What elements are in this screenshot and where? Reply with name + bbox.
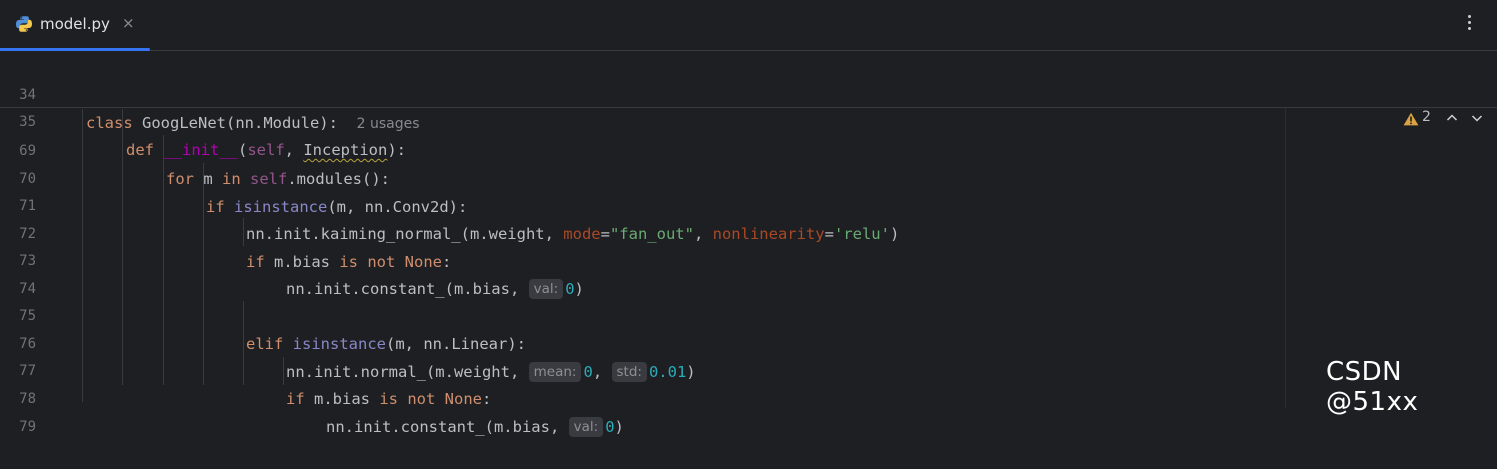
sticky-separator: [0, 107, 1497, 108]
line-number: 79: [19, 419, 36, 435]
code-line-72[interactable]: 72 if m.bias is not None:: [0, 192, 1497, 271]
code-line-74[interactable]: 74: [0, 247, 1497, 297]
tab-model-py[interactable]: model.py ×: [0, 0, 150, 51]
sticky-line-34[interactable]: 34 class GoogLeNet(nn.Module): 2 usages: [0, 53, 1497, 132]
code-editor[interactable]: 34 class GoogLeNet(nn.Module): 2 usages …: [0, 51, 1497, 437]
code-line-77[interactable]: 77 if m.bias is not None:: [0, 329, 1497, 408]
code-line-71[interactable]: 71 nn.init.kaiming_normal_(m.weight, mod…: [0, 164, 1497, 243]
code-line-79[interactable]: 79: [0, 385, 1497, 435]
parameter-hint: val:: [568, 417, 604, 437]
kebab-menu-icon[interactable]: [1462, 13, 1476, 35]
sticky-line-35[interactable]: 35 def __init__(self, Inception):: [0, 80, 1497, 159]
code-text: nn.init.constant_(m.bias, val: 0): [326, 417, 624, 437]
editor-tab-bar: model.py ×: [0, 0, 1497, 51]
code-line-76[interactable]: 76 nn.init.normal_(m.weight, mean: 0, std…: [0, 302, 1497, 382]
python-icon: [16, 16, 32, 32]
watermark: CSDN @51xx: [1326, 357, 1419, 417]
code-line-78[interactable]: 78 nn.init.constant_(m.bias, val: 0): [0, 357, 1497, 437]
code-line-73[interactable]: 73 nn.init.constant_(m.bias, val: 0): [0, 219, 1497, 299]
close-icon[interactable]: ×: [122, 14, 135, 32]
code-line-69[interactable]: 69 for m in self.modules():: [0, 109, 1497, 188]
code-line-75[interactable]: 75 elif isinstance(m, nn.Linear):: [0, 274, 1497, 353]
code-line-70[interactable]: 70 if isinstance(m, nn.Conv2d):: [0, 137, 1497, 216]
tab-title: model.py: [40, 15, 110, 33]
